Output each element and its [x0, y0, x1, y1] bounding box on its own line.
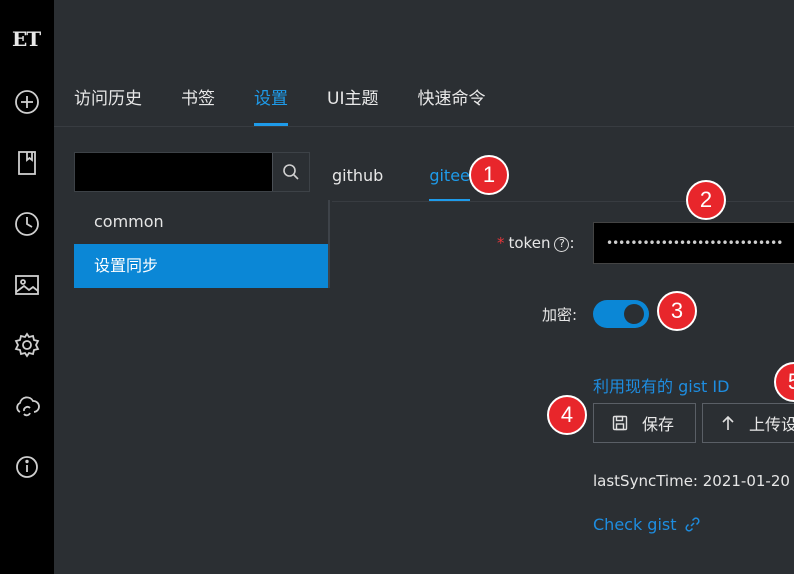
upload-button-label: 上传设: [749, 415, 794, 434]
token-colon: :: [569, 234, 575, 252]
last-sync-time: lastSyncTime: 2021-01-20: [593, 472, 790, 490]
list-item-sync-settings[interactable]: 设置同步: [74, 244, 328, 288]
left-rail: ET: [0, 0, 54, 574]
tab-quick-commands[interactable]: 快速命令: [417, 86, 485, 126]
top-tabs-divider: [54, 126, 794, 127]
settings-list: common 设置同步: [74, 200, 330, 288]
external-link-icon: [685, 517, 700, 532]
cloud-sync-icon[interactable]: [12, 391, 42, 421]
encrypt-label: 加密:: [542, 306, 578, 324]
gear-icon[interactable]: [12, 330, 42, 360]
list-item-common[interactable]: common: [74, 200, 328, 244]
annotation-marker-5: 5: [774, 362, 794, 402]
tab-settings[interactable]: 设置: [254, 86, 288, 126]
top-tabs: 访问历史 书签 设置 UI主题 快速命令: [74, 86, 524, 126]
save-button[interactable]: 保存: [593, 403, 696, 443]
image-icon[interactable]: [12, 270, 42, 300]
info-icon[interactable]: [12, 452, 42, 482]
check-gist-link[interactable]: Check gist: [593, 515, 700, 534]
save-button-label: 保存: [642, 415, 675, 434]
tab-history[interactable]: 访问历史: [74, 86, 142, 126]
annotation-marker-1: 1: [469, 155, 509, 195]
search-button[interactable]: [272, 153, 309, 191]
annotation-marker-2: 2: [686, 180, 726, 220]
search-icon: [283, 164, 299, 180]
required-mark: *: [497, 234, 505, 252]
token-label: * token?:: [497, 234, 575, 252]
token-label-text: token: [508, 234, 551, 252]
search-input[interactable]: [75, 153, 272, 191]
tab-github[interactable]: github: [332, 160, 383, 202]
token-input[interactable]: •••••••••••••••••••••••••••••: [593, 222, 794, 264]
bookmark-icon[interactable]: [12, 148, 42, 178]
add-circle-icon[interactable]: [12, 87, 42, 117]
annotation-marker-3: 3: [657, 291, 697, 331]
upload-settings-button[interactable]: 上传设: [702, 403, 794, 443]
check-gist-label: Check gist: [593, 515, 677, 534]
clock-icon[interactable]: [12, 209, 42, 239]
tab-gitee[interactable]: gitee: [429, 160, 470, 202]
tab-bookmarks[interactable]: 书签: [181, 86, 215, 126]
app-logo: ET: [12, 27, 41, 51]
annotation-marker-4: 4: [547, 395, 587, 435]
use-existing-gist-link[interactable]: 利用现有的 gist ID: [593, 373, 729, 397]
tab-ui-theme[interactable]: UI主题: [327, 86, 378, 126]
help-icon[interactable]: ?: [554, 237, 570, 252]
arrow-up-icon: [722, 415, 734, 430]
encrypt-toggle[interactable]: [593, 300, 649, 328]
toggle-knob: [624, 304, 644, 324]
save-icon: [612, 415, 628, 431]
settings-search: [74, 152, 310, 192]
